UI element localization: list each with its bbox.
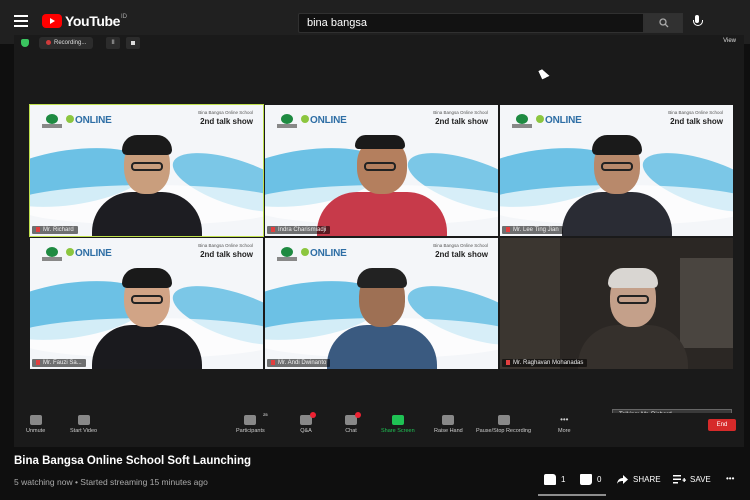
sentiment-bar <box>538 494 606 496</box>
security-shield-icon <box>21 39 29 47</box>
online-label: ONLINE <box>66 248 112 259</box>
participant-video <box>91 268 202 369</box>
search-button[interactable] <box>644 13 683 33</box>
view-button[interactable]: View <box>723 38 736 44</box>
share-label: SHARE <box>633 475 661 484</box>
more-icon: ••• <box>560 415 569 424</box>
participant-tile[interactable]: Mr. Raghavan Mohanadas <box>500 238 733 369</box>
unmute-button[interactable]: Unmute <box>26 415 45 434</box>
more-button[interactable]: ••• More <box>558 415 571 434</box>
search-icon <box>658 18 668 28</box>
youtube-logo[interactable]: YouTube ID <box>42 13 127 29</box>
thumbs-down-icon <box>580 474 592 485</box>
like-button[interactable]: 1 <box>544 474 565 485</box>
participant-tile[interactable]: ONLINE Bina Bangsa Online School 2nd tal… <box>500 105 733 236</box>
talkshow-label: 2nd talk show <box>200 117 253 126</box>
chat-icon <box>345 412 361 425</box>
school-label: Bina Bangsa Online School <box>433 243 488 248</box>
participant-tile[interactable]: ONLINE Bina Bangsa Online School 2nd tal… <box>265 238 498 369</box>
school-label: Bina Bangsa Online School <box>433 110 488 115</box>
participant-tile[interactable]: ONLINE Bina Bangsa Online School 2nd tal… <box>265 105 498 236</box>
share-screen-button[interactable]: Share Screen <box>381 415 415 434</box>
bina-bangsa-logo <box>42 247 62 263</box>
search-input[interactable]: bina bangsa <box>298 13 644 33</box>
mouse-cursor-icon <box>538 67 550 80</box>
raise-hand-icon <box>442 415 455 425</box>
video-title: Bina Bangsa Online School Soft Launching <box>14 455 252 467</box>
stop-icon[interactable] <box>126 37 140 49</box>
menu-icon[interactable] <box>14 15 28 27</box>
mic-muted-icon <box>29 415 42 425</box>
video-off-icon <box>77 415 90 425</box>
dislike-count: 0 <box>597 475 602 484</box>
share-button[interactable]: SHARE <box>616 474 661 485</box>
talkshow-label: 2nd talk show <box>435 250 488 259</box>
thumbs-up-icon <box>544 474 556 485</box>
school-label: Bina Bangsa Online School <box>198 243 253 248</box>
participant-name: Mr. Richard <box>32 225 78 234</box>
end-button[interactable]: End <box>708 419 736 431</box>
recording-indicator[interactable]: Recording... <box>39 37 94 49</box>
talkshow-label: 2nd talk show <box>670 117 723 126</box>
logo-text: YouTube <box>65 13 121 29</box>
participant-name: Mr. Andi Dwinanto <box>267 358 331 367</box>
bina-bangsa-logo <box>42 114 62 130</box>
more-actions-icon: ••• <box>726 474 735 483</box>
zoom-topbar: Recording... II View <box>14 35 744 51</box>
qa-icon <box>300 412 316 425</box>
participant-video <box>326 268 437 369</box>
bina-bangsa-logo <box>277 247 297 263</box>
chat-button[interactable]: Chat <box>345 412 361 434</box>
like-count: 1 <box>561 475 566 484</box>
save-playlist-icon <box>673 475 686 484</box>
school-label: Bina Bangsa Online School <box>198 110 253 115</box>
qa-button[interactable]: Q&A <box>300 412 316 434</box>
mic-icon[interactable] <box>692 15 703 31</box>
bina-bangsa-logo <box>512 114 532 130</box>
talkshow-label: 2nd talk show <box>200 250 253 259</box>
pause-icon[interactable]: II <box>106 37 120 49</box>
participant-name: Mr. Fauzi Sa... <box>32 358 86 367</box>
participant-tile[interactable]: ONLINE Bina Bangsa Online School 2nd tal… <box>29 104 264 237</box>
start-video-button[interactable]: Start Video <box>70 415 97 434</box>
online-label: ONLINE <box>301 248 347 259</box>
pause-stop-recording-button[interactable]: Pause/Stop Recording <box>476 415 531 434</box>
talkshow-label: 2nd talk show <box>435 117 488 126</box>
zoom-toolbar: Unmute Start Video 25 Participants Q&A Ch… <box>14 412 744 447</box>
participant-video <box>577 268 688 369</box>
participant-video <box>316 135 447 236</box>
participant-tile[interactable]: ONLINE Bina Bangsa Online School 2nd tal… <box>30 238 263 369</box>
pause-stop-icon <box>497 415 510 425</box>
video-player[interactable]: Recording... II View ONLINE Bina Bangsa … <box>14 35 744 447</box>
share-icon <box>617 475 628 484</box>
more-actions-button[interactable]: ••• <box>726 474 734 483</box>
participants-button[interactable]: 25 Participants <box>236 412 268 434</box>
bina-bangsa-logo <box>277 114 297 130</box>
participant-video <box>91 135 202 236</box>
country-code: ID <box>121 14 128 20</box>
participant-name: Indra Charismiadji <box>267 225 331 234</box>
dislike-button[interactable]: 0 <box>580 474 601 485</box>
raise-hand-button[interactable]: Raise Hand <box>434 415 463 434</box>
share-screen-icon <box>391 415 404 425</box>
save-button[interactable]: SAVE <box>673 474 711 485</box>
online-label: ONLINE <box>66 115 112 126</box>
participant-video <box>561 135 672 236</box>
video-meta: 5 watching now • Started streaming 15 mi… <box>14 477 208 487</box>
save-label: SAVE <box>690 475 711 484</box>
participant-name: Mr. Lee Ting Jian <box>502 225 563 234</box>
youtube-logo-icon <box>42 14 62 28</box>
online-label: ONLINE <box>301 115 347 126</box>
participants-icon: 25 <box>244 412 268 425</box>
online-label: ONLINE <box>536 115 582 126</box>
participant-name: Mr. Raghavan Mohanadas <box>502 358 588 367</box>
school-label: Bina Bangsa Online School <box>668 110 723 115</box>
